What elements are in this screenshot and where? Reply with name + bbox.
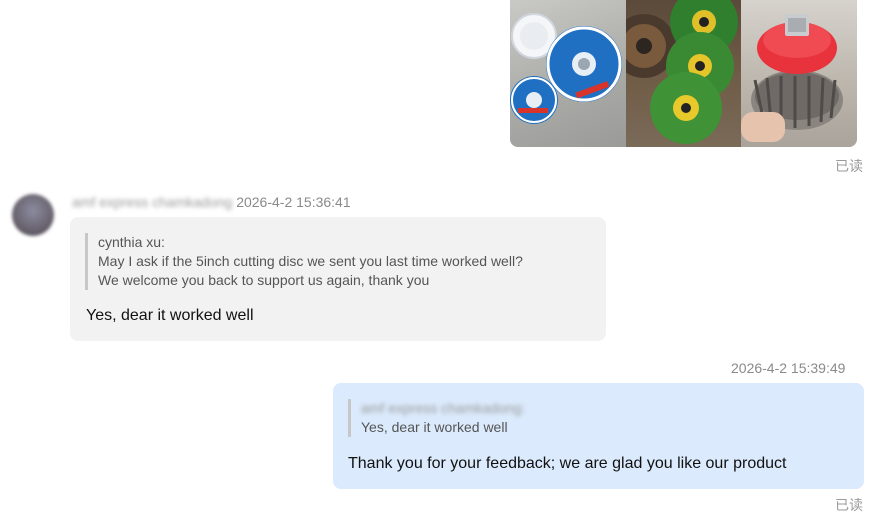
product-image-message[interactable] [510, 0, 857, 147]
message-text: Thank you for your feedback; we are glad… [348, 455, 787, 472]
product-photo-wire-cup-brush[interactable] [741, 0, 857, 147]
sender-name: amf express chamkadong [72, 194, 233, 210]
message-timestamp: 2026-4-2 15:36:41 [236, 194, 351, 210]
quoted-message[interactable]: amf express chamkadong: Yes, dear it wor… [348, 399, 841, 437]
quote-line: May I ask if the 5inch cutting disc we s… [98, 253, 523, 269]
quote-author: amf express chamkadong: [361, 400, 526, 416]
product-photo-discs-on-floor[interactable] [510, 0, 626, 147]
message-timestamp: 2026-4-2 15:39:49 [731, 360, 846, 376]
avatar[interactable] [12, 194, 54, 236]
cutting-discs-illustration [510, 13, 622, 124]
wire-cup-brush-illustration [741, 14, 843, 142]
grinding-discs-illustration [626, 0, 738, 144]
read-status: 已读 [835, 158, 863, 174]
quote-line: Yes, dear it worked well [361, 419, 508, 435]
message-meta: amf express chamkadong 2026-4-2 15:36:41 [72, 194, 351, 210]
outgoing-message-bubble[interactable]: amf express chamkadong: Yes, dear it wor… [333, 383, 864, 489]
read-status: 已读 [835, 497, 863, 513]
quoted-message[interactable]: cynthia xu: May I ask if the 5inch cutti… [85, 233, 598, 290]
product-photo-grinding-discs[interactable] [626, 0, 741, 147]
quote-author: cynthia xu: [98, 234, 165, 250]
incoming-message-bubble[interactable]: cynthia xu: May I ask if the 5inch cutti… [70, 217, 606, 341]
quote-line: We welcome you back to support us again,… [98, 272, 430, 288]
message-text: Yes, dear it worked well [86, 307, 254, 324]
